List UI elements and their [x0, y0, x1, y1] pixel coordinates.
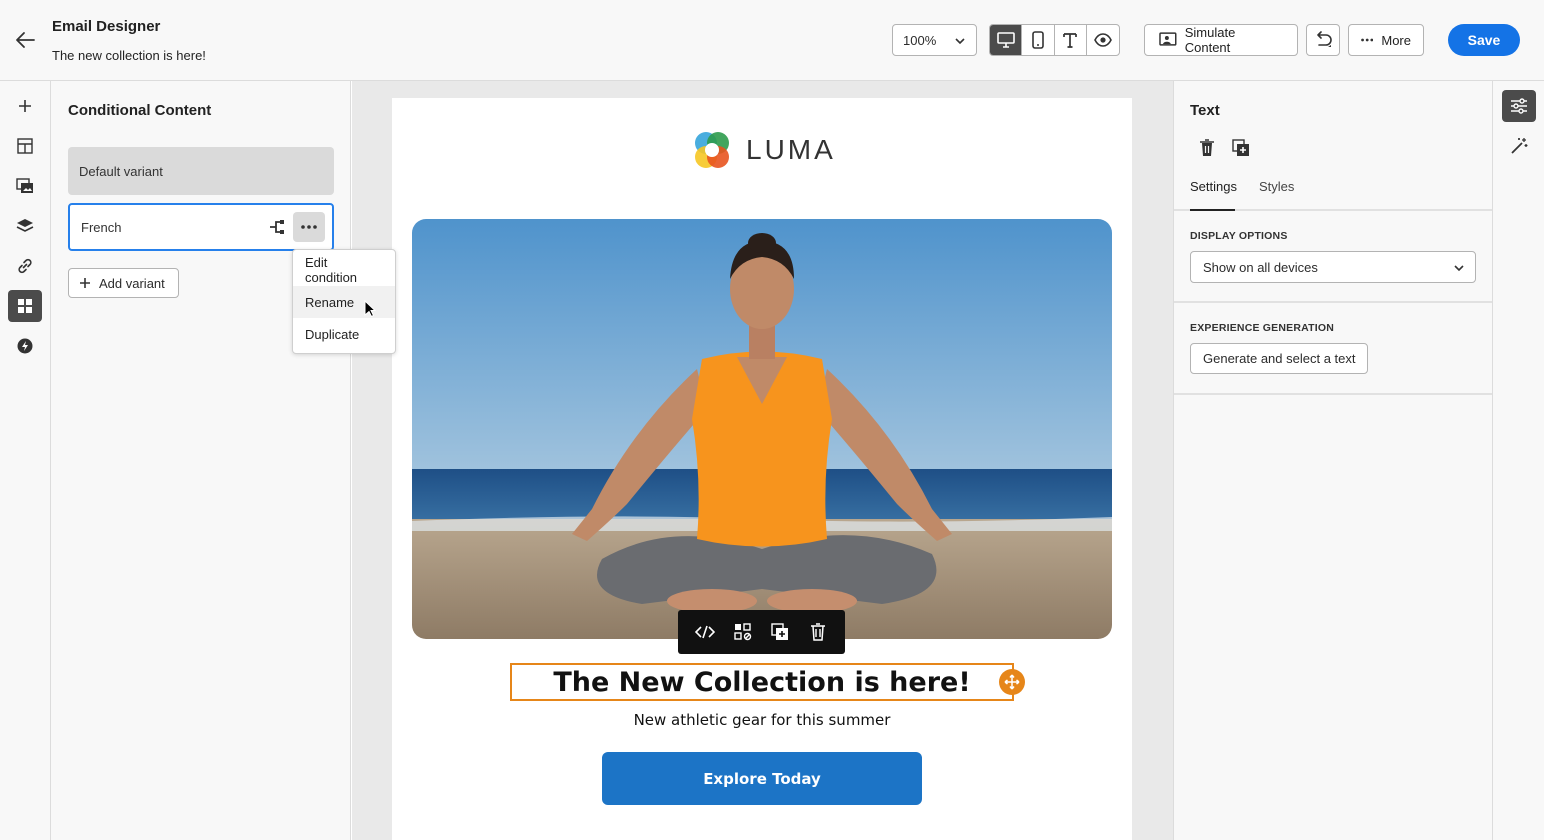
email-canvas: LUMA The New Collection is here! New ath… [352, 81, 1173, 840]
experience-generation-label: EXPERIENCE GENERATION [1190, 322, 1335, 334]
variant-french[interactable]: French [68, 203, 334, 251]
lightning-icon [17, 338, 33, 354]
rail-link-button[interactable] [8, 250, 42, 282]
properties-toggle-button[interactable] [1502, 90, 1536, 122]
ellipsis-icon [1361, 38, 1374, 42]
display-options-select[interactable]: Show on all devices [1190, 251, 1476, 283]
rail-layers-button[interactable] [8, 210, 42, 242]
zoom-value: 100% [903, 33, 937, 48]
add-variant-label: Add variant [99, 275, 165, 291]
text-icon [1063, 33, 1077, 48]
tab-settings[interactable]: Settings [1190, 179, 1237, 211]
mobile-view-button[interactable] [1022, 25, 1055, 55]
duplicate-icon [1232, 139, 1249, 156]
right-rail [1493, 81, 1544, 840]
properties-tabs: Settings Styles [1174, 179, 1492, 211]
simulate-content-button[interactable]: Simulate Content [1144, 24, 1298, 56]
panel-title: Conditional Content [68, 102, 212, 119]
structure-icon [17, 138, 33, 154]
menu-edit-condition[interactable]: Edit condition [293, 254, 395, 286]
selected-text-block[interactable]: The New Collection is here! [510, 663, 1014, 701]
link-icon [18, 258, 32, 274]
save-button[interactable]: Save [1448, 24, 1520, 56]
generate-text-button[interactable]: Generate and select a text [1190, 343, 1369, 374]
back-arrow-icon[interactable] [14, 29, 38, 51]
brand-name: LUMA [746, 134, 836, 165]
variant-more-button[interactable] [293, 212, 325, 242]
chevron-down-icon [954, 35, 966, 50]
preview-button[interactable] [1087, 25, 1119, 55]
assets-icon [16, 178, 33, 193]
sliders-icon [1511, 98, 1527, 114]
preview-icon [1093, 33, 1112, 47]
experience-generation-section: EXPERIENCE GENERATION Generate and selec… [1174, 303, 1492, 395]
zoom-select[interactable]: 100% [892, 24, 977, 56]
variant-context-menu: Edit condition Rename Duplicate [292, 249, 396, 354]
variant-default[interactable]: Default variant [68, 147, 334, 195]
conditional-content-icon [18, 299, 32, 313]
properties-panel: Text Settings Styles DISPLAY OPTIONS Sho… [1173, 81, 1493, 840]
delete-block-button[interactable] [1196, 137, 1218, 159]
rail-assets-button[interactable] [8, 170, 42, 202]
trash-icon[interactable] [803, 617, 833, 647]
move-handle-icon[interactable] [999, 669, 1025, 695]
rail-conditional-content-button[interactable] [8, 290, 42, 322]
display-options-section: DISPLAY OPTIONS Show on all devices [1174, 211, 1492, 303]
simulate-label: Simulate Content [1184, 25, 1236, 55]
undo-icon [1317, 31, 1332, 47]
duplicate-block-button[interactable] [1230, 137, 1252, 159]
properties-title: Text [1190, 102, 1220, 119]
add-variant-button[interactable]: Add variant [68, 268, 179, 298]
luma-logo-icon [695, 132, 729, 168]
mouse-cursor-icon [364, 299, 377, 323]
menu-duplicate[interactable]: Duplicate [293, 318, 395, 350]
more-button[interactable]: More [1348, 24, 1424, 56]
text-view-button[interactable] [1055, 25, 1087, 55]
rail-add-button[interactable] [8, 90, 42, 122]
display-options-label: DISPLAY OPTIONS [1190, 230, 1288, 242]
magic-wand-icon [1511, 138, 1528, 154]
tab-styles[interactable]: Styles [1259, 179, 1294, 211]
mobile-icon [1032, 31, 1044, 49]
email-subline[interactable]: New athletic gear for this summer [392, 711, 1132, 729]
rail-fragments-button[interactable] [8, 330, 42, 362]
email-subject: The new collection is here! [52, 48, 206, 63]
brand-logo[interactable]: LUMA [690, 128, 836, 172]
more-label: More [1381, 32, 1411, 48]
variant-label: French [81, 219, 122, 235]
trash-icon [1200, 139, 1214, 156]
code-icon[interactable] [690, 617, 720, 647]
left-rail [0, 81, 51, 840]
view-mode-group [989, 24, 1120, 56]
app-header: Email Designer The new collection is her… [0, 0, 1544, 81]
conditional-icon[interactable] [728, 617, 758, 647]
variant-label: Default variant [79, 163, 163, 179]
email-body: LUMA The New Collection is here! New ath… [392, 98, 1132, 840]
ai-assistant-button[interactable] [1502, 130, 1536, 162]
rail-structure-button[interactable] [8, 130, 42, 162]
conditional-content-panel: Conditional Content Default variant Fren… [51, 81, 351, 840]
duplicate-icon[interactable] [765, 617, 795, 647]
chevron-down-icon [1453, 262, 1465, 277]
hero-image[interactable] [412, 219, 1112, 639]
plus-icon [19, 100, 31, 112]
menu-rename[interactable]: Rename [293, 286, 395, 318]
simulate-icon [1159, 32, 1177, 46]
condition-branch-icon[interactable] [268, 218, 286, 239]
undo-button[interactable] [1306, 24, 1340, 56]
ellipsis-icon [301, 225, 317, 229]
layers-icon [16, 219, 34, 232]
desktop-icon [996, 32, 1015, 48]
desktop-view-button[interactable] [990, 25, 1023, 55]
email-headline[interactable]: The New Collection is here! [553, 667, 970, 698]
plus-icon [80, 278, 90, 288]
display-options-value: Show on all devices [1203, 259, 1318, 275]
app-title: Email Designer [52, 18, 161, 35]
block-toolbar [678, 610, 845, 654]
explore-button[interactable]: Explore Today [602, 752, 922, 805]
